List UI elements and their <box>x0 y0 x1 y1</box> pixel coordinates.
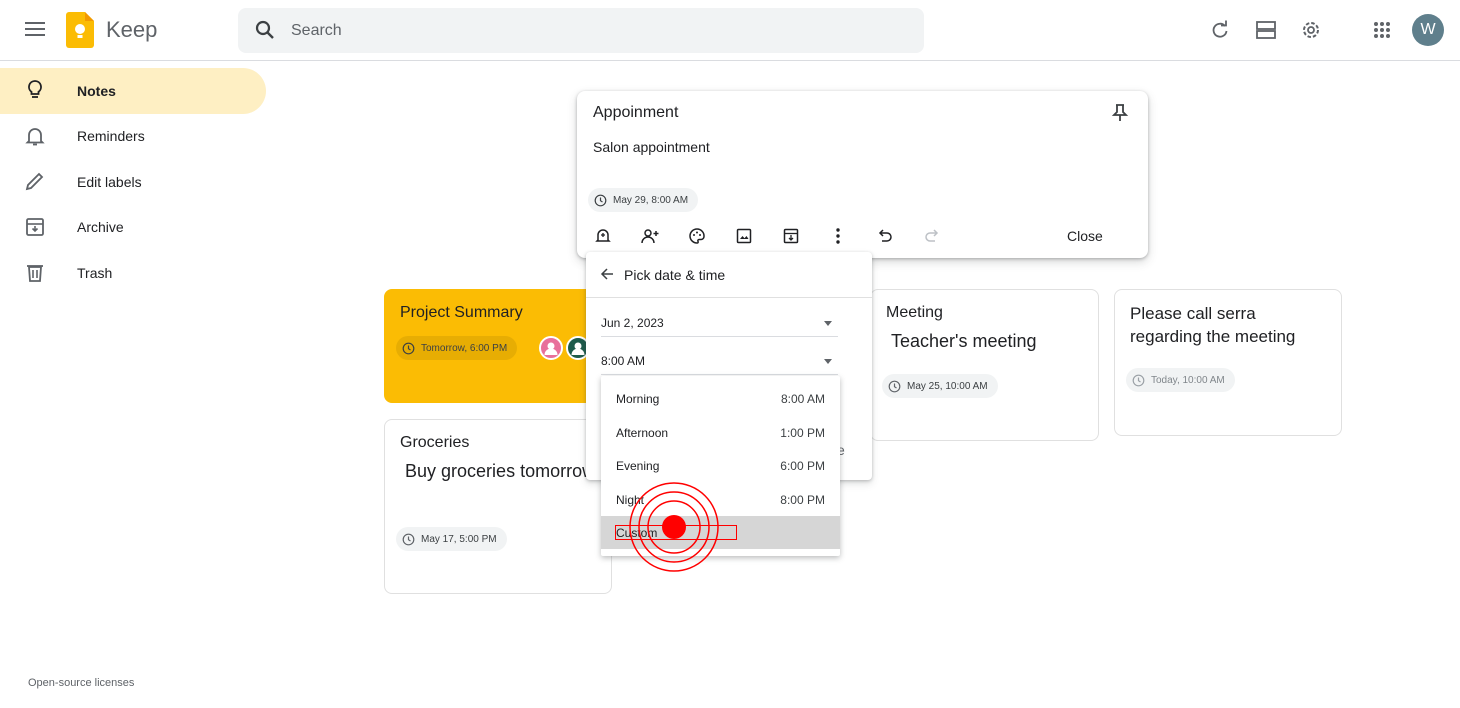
trash-icon <box>24 261 46 283</box>
note-body: Teacher's meeting <box>886 331 1037 351</box>
note-card-project-summary[interactable]: Project Summary Tomorrow, 6:00 PM <box>384 289 612 403</box>
reminder-text: May 29, 8:00 AM <box>613 194 689 206</box>
settings-icon[interactable] <box>1295 14 1327 46</box>
sidebar-item-label: Archive <box>77 219 124 236</box>
sidebar: Notes Reminders Edit labels Archive Tras… <box>0 68 270 296</box>
remind-me-icon[interactable] <box>593 226 613 246</box>
time-option-custom[interactable]: Custom <box>601 516 840 549</box>
clock-icon <box>594 194 607 206</box>
note-editor[interactable]: Appoinment Salon appointment May 29, 8:0… <box>577 91 1148 258</box>
time-option-time: 8:00 AM <box>780 392 825 406</box>
reminder-chip[interactable]: May 25, 10:00 AM <box>882 374 998 398</box>
pin-icon[interactable] <box>1111 103 1129 123</box>
sidebar-item-label: Notes <box>77 82 116 99</box>
time-option-evening[interactable]: Evening 6:00 PM <box>601 449 840 482</box>
undo-icon[interactable] <box>875 226 895 246</box>
pencil-icon <box>24 170 46 192</box>
clock-icon <box>402 533 415 545</box>
collaborator-avatar[interactable] <box>539 336 563 360</box>
note-title: Project Summary <box>400 304 523 321</box>
note-card-groceries[interactable]: Groceries Buy groceries tomorrow. May 17… <box>384 419 612 594</box>
time-options-menu: Morning 8:00 AM Afternoon 1:00 PM Evenin… <box>601 376 840 556</box>
keep-logo-icon[interactable] <box>66 12 94 48</box>
reminder-chip[interactable]: Tomorrow, 6:00 PM <box>396 336 518 360</box>
note-title: Groceries <box>400 434 470 451</box>
time-option-label: Afternoon <box>616 426 669 440</box>
top-bar: Keep W <box>0 0 1460 61</box>
palette-icon[interactable] <box>687 226 707 246</box>
time-option-time: 8:00 PM <box>780 493 825 507</box>
dropdown-caret-icon <box>824 321 832 326</box>
app-name[interactable]: Keep <box>106 17 157 43</box>
note-body-input[interactable]: Salon appointment <box>593 139 710 155</box>
add-collaborator-icon[interactable] <box>640 226 660 246</box>
time-option-time: 6:00 PM <box>780 459 825 473</box>
time-option-label: Night <box>616 493 645 507</box>
note-card-call-serra[interactable]: Please call serra regarding the meeting … <box>1114 289 1342 436</box>
more-options-icon[interactable] <box>828 226 848 246</box>
time-option-label: Custom <box>616 526 658 540</box>
avatar[interactable]: W <box>1412 14 1444 46</box>
note-body: Buy groceries tomorrow. <box>400 461 600 481</box>
sidebar-item-trash[interactable]: Trash <box>0 250 266 296</box>
archive-icon[interactable] <box>781 226 801 246</box>
sidebar-item-edit-labels[interactable]: Edit labels <box>0 159 266 205</box>
reminder-text: May 25, 10:00 AM <box>907 380 988 392</box>
date-value: Jun 2, 2023 <box>601 316 664 330</box>
note-title-input[interactable]: Appoinment <box>593 104 678 122</box>
date-select[interactable]: Jun 2, 2023 <box>601 313 838 337</box>
lightbulb-icon <box>24 79 46 101</box>
time-value: 8:00 AM <box>601 354 646 368</box>
time-option-label: Morning <box>616 392 660 406</box>
reminder-chip[interactable]: May 29, 8:00 AM <box>588 188 699 212</box>
picker-title: Pick date & time <box>624 267 726 283</box>
reminder-chip[interactable]: Today, 10:00 AM <box>1126 368 1235 392</box>
time-select[interactable]: 8:00 AM <box>601 351 838 375</box>
reminder-text: Tomorrow, 6:00 PM <box>421 342 508 354</box>
reminder-text: Today, 10:00 AM <box>1151 374 1225 386</box>
sidebar-item-archive[interactable]: Archive <box>0 205 266 251</box>
menu-icon[interactable] <box>18 12 52 46</box>
time-option-label: Evening <box>616 459 660 473</box>
clock-icon <box>888 380 901 392</box>
refresh-icon[interactable] <box>1204 14 1236 46</box>
clock-icon <box>402 342 415 354</box>
back-arrow-icon[interactable] <box>600 267 614 281</box>
note-card-meeting[interactable]: Meeting Teacher's meeting May 25, 10:00 … <box>870 289 1099 441</box>
image-icon[interactable] <box>734 226 754 246</box>
search-bar[interactable] <box>238 8 924 53</box>
note-body: Please call serra regarding the meeting <box>1130 304 1296 346</box>
sidebar-item-reminders[interactable]: Reminders <box>0 114 266 160</box>
search-input[interactable] <box>291 8 891 53</box>
open-source-licenses-link[interactable]: Open-source licenses <box>28 677 134 689</box>
time-option-time: 1:00 PM <box>780 426 825 440</box>
reminder-chip[interactable]: May 17, 5:00 PM <box>396 527 507 551</box>
time-option-morning[interactable]: Morning 8:00 AM <box>601 382 840 415</box>
time-option-afternoon[interactable]: Afternoon 1:00 PM <box>601 416 840 449</box>
clock-icon <box>1132 374 1145 386</box>
picker-header: Pick date & time <box>586 252 872 298</box>
sidebar-item-label: Trash <box>77 264 113 281</box>
sidebar-item-label: Edit labels <box>77 173 142 190</box>
time-option-night[interactable]: Night 8:00 PM <box>601 483 840 516</box>
list-view-icon[interactable] <box>1250 14 1282 46</box>
sidebar-item-notes[interactable]: Notes <box>0 68 266 114</box>
reminder-text: May 17, 5:00 PM <box>421 533 497 545</box>
archive-icon <box>24 216 46 238</box>
sidebar-item-label: Reminders <box>77 128 145 145</box>
close-button[interactable]: Close <box>1067 228 1103 244</box>
search-icon[interactable] <box>254 19 276 41</box>
dropdown-caret-icon <box>824 359 832 364</box>
apps-icon[interactable] <box>1366 14 1398 46</box>
bell-icon <box>24 125 46 147</box>
redo-icon[interactable] <box>922 226 942 246</box>
note-title: Meeting <box>886 304 943 321</box>
